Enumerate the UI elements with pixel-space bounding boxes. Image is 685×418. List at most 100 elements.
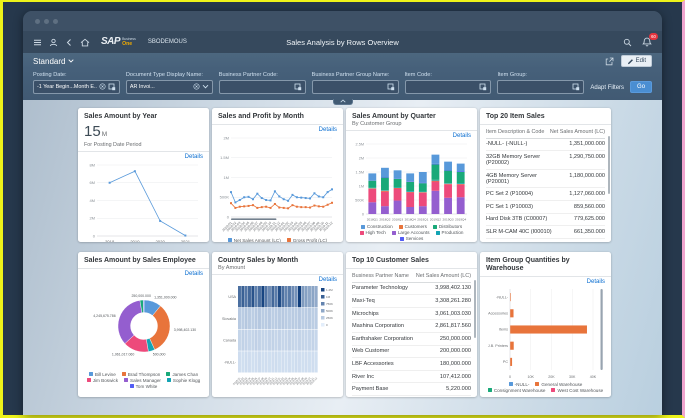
table-row[interactable]: 4GB Memory Server (P20001)1,180,000.000 xyxy=(486,170,605,189)
window-control-dot[interactable] xyxy=(44,19,49,24)
sap-business-one-logo: SAP Business One xyxy=(101,37,136,47)
table-row[interactable]: Web Customer200,000.000 xyxy=(352,346,471,359)
table-row[interactable]: SLR M-CAM 40C (I00010)661,350.000 xyxy=(486,226,605,239)
share-icon[interactable] xyxy=(605,57,614,66)
business-partner-code-input[interactable] xyxy=(219,80,306,94)
table-row[interactable]: Maxi-Teq3,308,261.280 xyxy=(352,295,471,308)
card-sales-by-quarter[interactable]: Sales Amount by Quarter By Customer Grou… xyxy=(346,108,477,242)
svg-text:40K: 40K xyxy=(590,375,597,379)
pencil-icon xyxy=(627,58,634,65)
table-header: Item Description & CodeNet Sales Amount … xyxy=(486,127,605,139)
svg-text:20K: 20K xyxy=(548,375,555,379)
svg-text:2018Q2: 2018Q2 xyxy=(379,218,390,222)
svg-text:Accessories: Accessories xyxy=(488,311,508,315)
card-sales-by-employee[interactable]: Sales Amount by Sales Employee Details 1… xyxy=(78,252,209,397)
table-row[interactable]: Earthshaker Corporation250,000.000 xyxy=(352,333,471,346)
value-help-icon[interactable] xyxy=(572,83,580,91)
scrollbar[interactable] xyxy=(608,136,610,194)
posting-date-input[interactable] xyxy=(33,80,120,94)
business-partner-group-input[interactable] xyxy=(312,80,399,94)
svg-text:8M: 8M xyxy=(89,162,95,167)
notifications-bell-icon[interactable]: 60 xyxy=(642,37,652,47)
svg-text:2M: 2M xyxy=(359,156,364,160)
kpi-subtitle: For Posting Date Period xyxy=(84,142,203,148)
svg-text:2020: 2020 xyxy=(155,239,165,241)
table-row[interactable]: 32GB Memory Server (P20002)1,290,750.000 xyxy=(486,151,605,170)
item-group-input[interactable] xyxy=(497,80,584,94)
collapse-header-handle[interactable] xyxy=(333,99,353,105)
filter-label: Posting Date: xyxy=(33,72,120,78)
kpi-unit: M xyxy=(102,131,107,138)
svg-text:2018Q3: 2018Q3 xyxy=(392,218,403,222)
heatmap-chart: USASlovakiaCanada-NULL-2018-012018-02201… xyxy=(218,283,337,393)
edit-button[interactable]: Edit xyxy=(621,55,652,67)
chart-legend: Net Sales Amount (LC)Gross Profit (LC) xyxy=(218,238,337,242)
dashboard-content: Sales Amount by Year 15M For Posting Dat… xyxy=(23,100,662,416)
table-row[interactable]: Hard Disk 3TB (C00007)779,625.000 xyxy=(486,214,605,227)
filter-label: Document Type Display Name: xyxy=(126,72,213,78)
card-title: Top 10 Customer Sales xyxy=(352,257,471,265)
card-item-group-quantities[interactable]: Item Group Quantities by Warehouse Detai… xyxy=(480,252,611,397)
svg-text:J.B. Printers: J.B. Printers xyxy=(488,343,508,347)
adapt-filters-link[interactable]: Adapt Filters xyxy=(590,85,624,91)
svg-text:0: 0 xyxy=(93,233,96,238)
table-row[interactable]: -NULL- (-NULL-)1,351,000.000 xyxy=(486,139,605,152)
card-sales-profit-by-month[interactable]: Sales and Profit by Month Details 0500K1… xyxy=(212,108,343,242)
svg-text:500K: 500K xyxy=(326,309,333,313)
svg-text:2M: 2M xyxy=(223,135,229,140)
table-row[interactable]: LBF Accessories180,000.000 xyxy=(352,358,471,371)
chart-legend: Bill LevineBrad ThompsonJames ChanJim Bo… xyxy=(84,372,203,389)
home-icon[interactable] xyxy=(80,38,90,47)
table-row[interactable]: Parameter Technology3,998,402.130 xyxy=(352,283,471,296)
edit-button-label: Edit xyxy=(636,58,646,64)
table-row[interactable]: Microchips3,061,003.030 xyxy=(352,308,471,321)
card-country-sales-by-month[interactable]: Country Sales by Month By Amount Details… xyxy=(212,252,343,397)
horizontal-bar-chart: 010K20K30K40K-NULL-AccessoriesItemsJ.B. … xyxy=(486,285,605,394)
table-header: Business Partner NameNet Sales Amount (L… xyxy=(352,271,471,283)
clear-icon[interactable] xyxy=(99,83,106,90)
menu-icon[interactable] xyxy=(33,38,42,47)
svg-text:1.5M: 1.5M xyxy=(356,170,364,174)
variant-selector[interactable]: Standard xyxy=(33,57,74,66)
table-row[interactable]: Payment Base5,220.000 xyxy=(352,383,471,396)
card-top-item-sales[interactable]: Top 20 Item Sales Item Description & Cod… xyxy=(480,108,611,242)
item-group-field: Item Group: xyxy=(497,72,584,94)
back-icon[interactable] xyxy=(65,38,73,47)
value-help-icon[interactable] xyxy=(479,83,487,91)
card-title: Item Group Quantities by Warehouse xyxy=(486,257,605,273)
divider xyxy=(78,151,209,152)
document-type-input[interactable] xyxy=(126,80,213,94)
card-top-customer-sales[interactable]: Top 10 Customer Sales Business Partner N… xyxy=(346,252,477,397)
scrollbar[interactable] xyxy=(474,280,476,338)
page-subheader: Standard Edit xyxy=(23,53,662,69)
user-icon[interactable] xyxy=(49,38,58,47)
search-icon[interactable] xyxy=(623,38,632,47)
table-row[interactable]: PC Set 1 (P10003)859,560.000 xyxy=(486,201,605,214)
svg-text:2019Q2: 2019Q2 xyxy=(430,218,441,222)
value-help-icon[interactable] xyxy=(108,83,116,91)
clear-icon[interactable] xyxy=(193,83,200,90)
table-row[interactable]: Mashina Corporation2,861,817.560 xyxy=(352,320,471,333)
svg-text:USA: USA xyxy=(228,295,236,299)
svg-text:0: 0 xyxy=(326,323,328,327)
item-code-input[interactable] xyxy=(405,80,492,94)
svg-text:2018: 2018 xyxy=(105,239,115,241)
divider xyxy=(212,124,343,125)
card-title: Sales Amount by Sales Employee xyxy=(84,257,203,265)
svg-text:2019: 2019 xyxy=(130,239,140,241)
value-help-icon[interactable] xyxy=(294,83,302,91)
window-control-dot[interactable] xyxy=(53,19,58,24)
window-control-dot[interactable] xyxy=(35,19,40,24)
card-subtitle: By Customer Group xyxy=(352,121,471,127)
value-help-icon[interactable] xyxy=(387,83,395,91)
card-sales-amount-by-year[interactable]: Sales Amount by Year 15M For Posting Dat… xyxy=(78,108,209,242)
table-row[interactable]: Delivery Base4,800.000 xyxy=(352,396,471,397)
go-button[interactable]: Go xyxy=(630,81,652,93)
dropdown-icon[interactable] xyxy=(202,84,209,89)
card-title: Sales Amount by Quarter xyxy=(352,113,471,121)
document-type-field: Document Type Display Name: xyxy=(126,72,213,94)
table-row[interactable]: PC Set 2 (P10004)1,127,060.000 xyxy=(486,188,605,201)
svg-text:30K: 30K xyxy=(569,375,576,379)
table-row[interactable]: River Inc107,412.000 xyxy=(352,371,471,384)
table-row[interactable]: Motherboard MicroATX (C00002)658,539.250 xyxy=(486,239,605,242)
